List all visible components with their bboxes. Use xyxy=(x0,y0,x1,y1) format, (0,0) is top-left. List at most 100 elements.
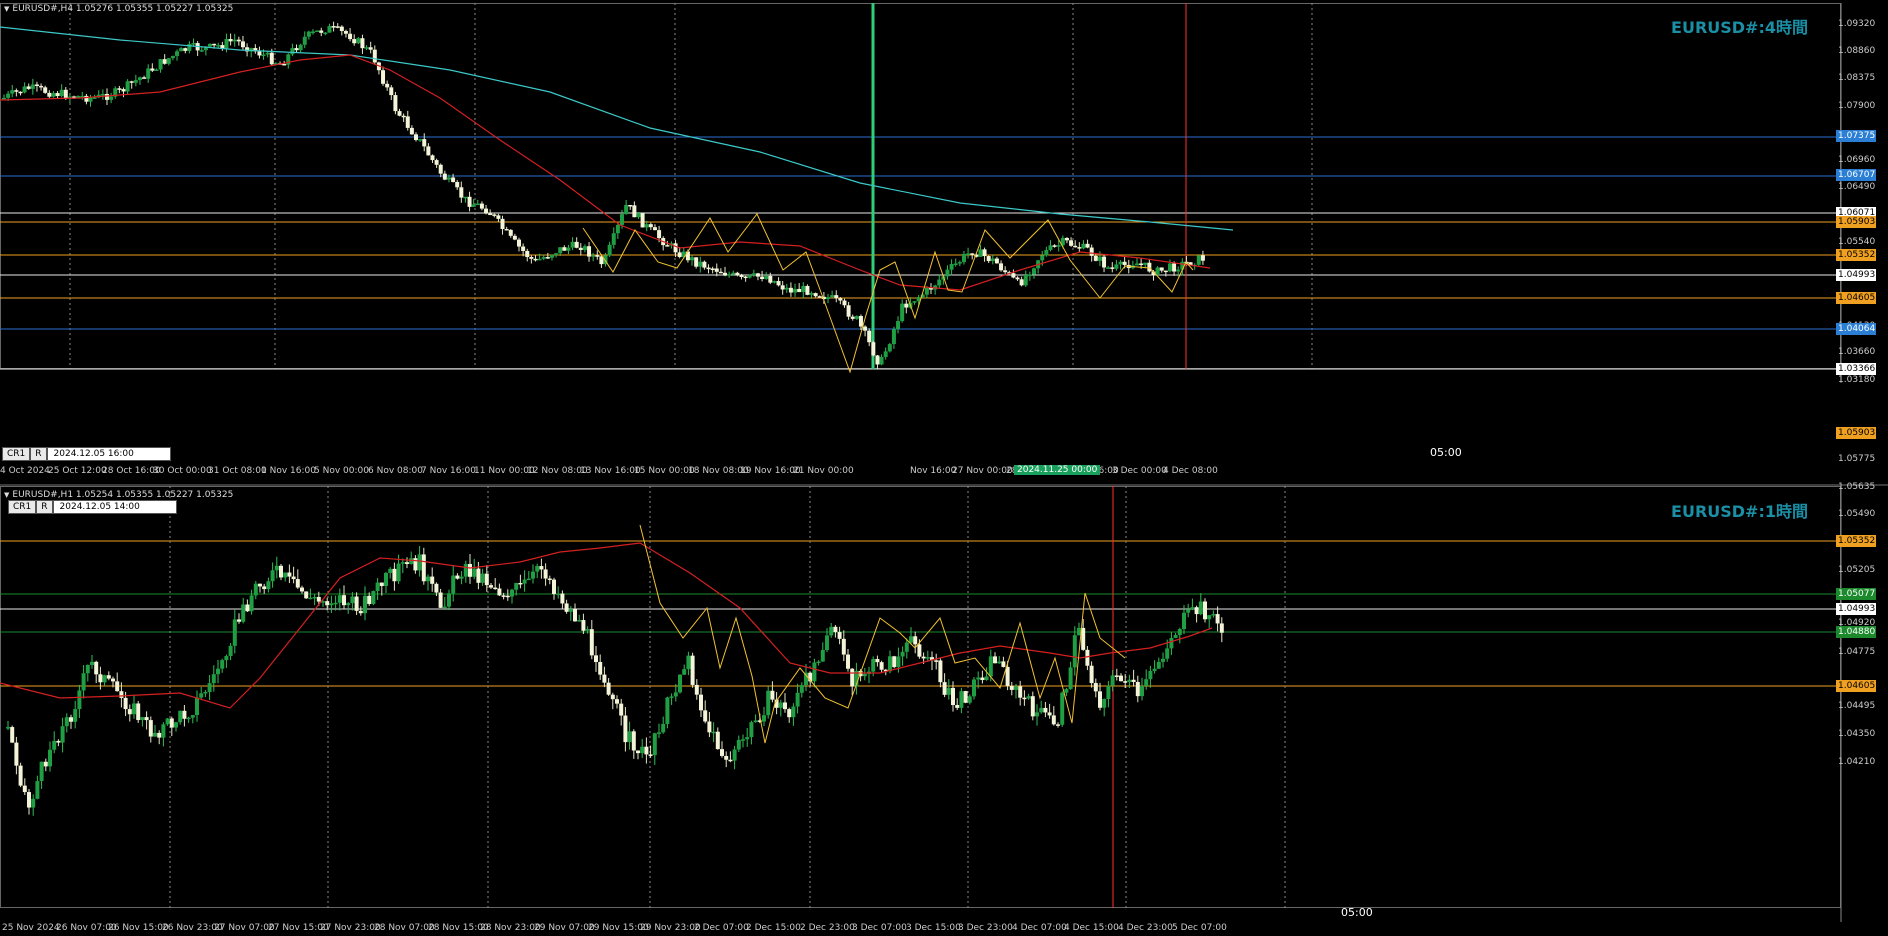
candle-body xyxy=(258,583,262,587)
candle-body xyxy=(850,668,855,687)
candle-body xyxy=(554,253,559,256)
collapse-arrow-icon[interactable]: ▼ xyxy=(4,491,9,499)
candle-body xyxy=(994,258,999,264)
symbol-ohlc-readout: EURUSD#,H4 1.05276 1.05355 1.05227 1.053… xyxy=(12,4,234,14)
candle-body xyxy=(854,316,859,319)
candle-body xyxy=(43,761,48,767)
time-label: 4 Oct 2024 xyxy=(0,466,50,476)
chart-header-h4: ▼ EURUSD#,H4 1.05276 1.05355 1.05227 1.05… xyxy=(4,4,233,14)
candle-body xyxy=(106,675,111,679)
candle-body xyxy=(834,295,839,299)
candle-body xyxy=(657,732,661,734)
candle-body xyxy=(392,568,397,582)
price-label: 1.05775 xyxy=(1838,454,1876,464)
candle-body xyxy=(568,609,573,612)
candle-body xyxy=(170,55,175,59)
candle-body xyxy=(451,575,456,594)
candle-body xyxy=(302,36,307,45)
r-label[interactable]: R xyxy=(36,500,53,514)
price-label: 1.04210 xyxy=(1838,757,1876,767)
time-label: 27 Nov 07:00 xyxy=(214,923,275,933)
candle-body xyxy=(1035,712,1039,717)
candle-body xyxy=(175,51,180,56)
candle-body xyxy=(816,661,821,664)
candle-body xyxy=(951,687,955,706)
chart-header-h1: ▼ EURUSD#,H1 1.05254 1.05355 1.05227 1.05… xyxy=(4,490,233,500)
candle-body xyxy=(405,116,410,128)
time-label: 29 Nov 07:00 xyxy=(534,923,595,933)
candle-body xyxy=(269,52,274,65)
candle-body xyxy=(678,674,682,693)
candle-body xyxy=(1060,692,1065,725)
cr-label[interactable]: CR1 xyxy=(2,447,31,461)
chart-canvas-h4[interactable] xyxy=(0,0,1888,484)
candle-body xyxy=(35,781,40,799)
candle-body xyxy=(891,329,896,345)
time-label: 29 Nov 23:00 xyxy=(640,923,701,933)
price-tag: 1.05077 xyxy=(1836,588,1876,600)
candle-body xyxy=(148,720,153,737)
candle-body xyxy=(401,115,406,118)
candle-body xyxy=(476,568,481,583)
candle-body xyxy=(665,697,670,724)
candle-body xyxy=(900,303,905,322)
candle-body xyxy=(714,268,719,272)
candle-body xyxy=(430,576,435,584)
candle-body xyxy=(323,32,328,35)
chart-canvas-h1[interactable] xyxy=(0,486,1888,936)
candle-body xyxy=(472,568,477,577)
crosshair-date-box: CR1 R 2024.12.05 14:00 xyxy=(8,500,177,514)
candle-body xyxy=(316,596,321,602)
candle-body xyxy=(500,218,505,229)
candle-body xyxy=(1093,255,1098,261)
time-label: 28 Nov 23:00 xyxy=(480,923,541,933)
candle-body xyxy=(636,213,641,218)
candle-body xyxy=(207,683,212,693)
candle-body xyxy=(652,733,657,756)
chart-pane-h1[interactable]: ▼ EURUSD#,H1 1.05254 1.05355 1.05227 1.05… xyxy=(0,427,1888,936)
candle-body xyxy=(63,89,68,99)
candle-body xyxy=(875,659,880,663)
chart-pane-h4[interactable]: ▼ EURUSD#,H4 1.05276 1.05355 1.05227 1.05… xyxy=(0,0,1888,484)
candle-body xyxy=(468,563,472,577)
candle-body xyxy=(945,269,950,277)
candle-body xyxy=(102,675,107,683)
candle-body xyxy=(199,693,204,698)
candle-body xyxy=(375,582,380,592)
candle-body xyxy=(784,287,789,290)
candle-body xyxy=(582,246,587,251)
candle-body xyxy=(589,629,594,656)
cr-label[interactable]: CR1 xyxy=(8,500,37,514)
candle-body xyxy=(739,275,744,278)
candle-body xyxy=(735,272,740,276)
candle-body xyxy=(879,662,884,670)
candle-body xyxy=(980,677,985,681)
candle-body xyxy=(47,92,52,97)
candle-body xyxy=(2,97,6,100)
candle-body xyxy=(447,593,451,607)
candle-body xyxy=(508,229,513,236)
candle-body xyxy=(232,39,237,42)
candle-body xyxy=(755,273,760,277)
candle-body xyxy=(119,691,124,698)
price-tag: 1.06707 xyxy=(1836,169,1876,181)
candle-body xyxy=(988,656,993,677)
candle-body xyxy=(1123,681,1128,683)
candle-body xyxy=(1114,675,1119,677)
candle-body xyxy=(959,691,964,708)
price-tag: 1.05352 xyxy=(1836,535,1876,547)
candle-body xyxy=(39,761,44,782)
candle-body xyxy=(1200,255,1205,261)
price-tag: 1.04064 xyxy=(1836,323,1876,335)
candle-body xyxy=(694,257,699,267)
r-label[interactable]: R xyxy=(30,447,47,461)
candle-body xyxy=(904,303,909,308)
candle-body xyxy=(615,224,620,234)
candle-body xyxy=(418,139,423,141)
candle-body xyxy=(924,287,929,295)
candle-body xyxy=(27,792,31,808)
candle-body xyxy=(73,709,78,722)
collapse-arrow-icon[interactable]: ▼ xyxy=(4,5,9,13)
candle-body xyxy=(501,595,506,597)
candle-body xyxy=(270,570,275,582)
